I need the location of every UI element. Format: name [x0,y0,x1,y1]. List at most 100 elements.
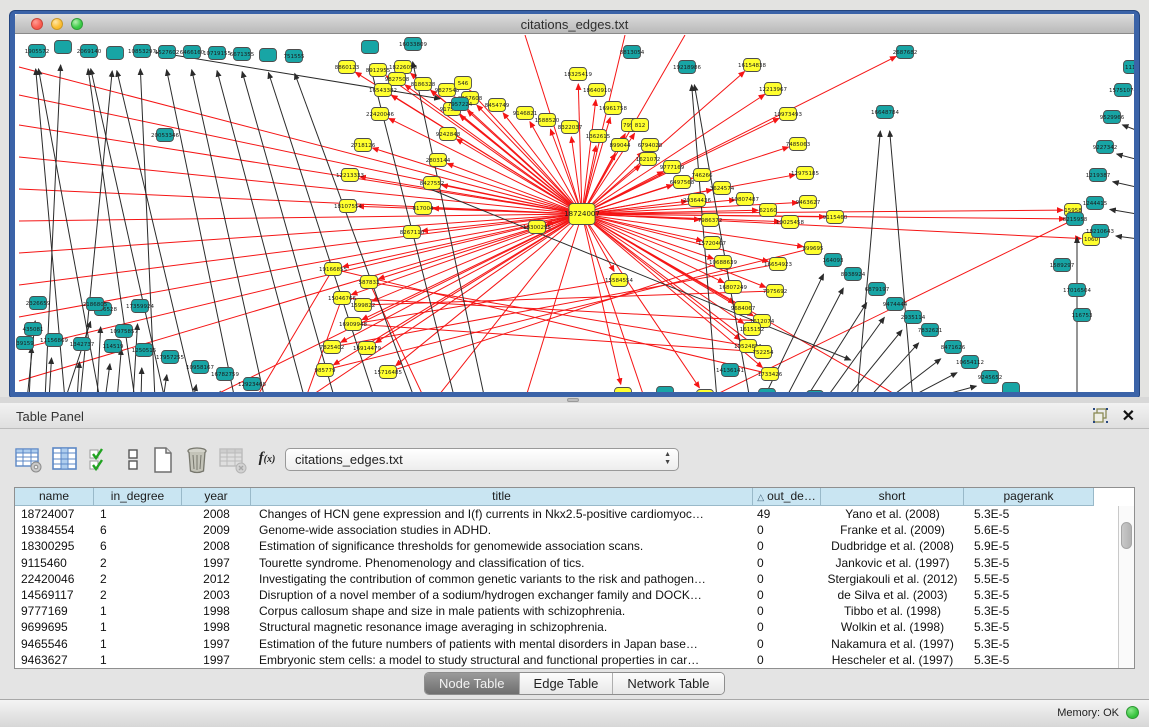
graph-node[interactable]: 1588520 [535,114,560,127]
graph-node[interactable]: 6671355 [230,48,255,61]
table-row[interactable]: 2242004622012Investigating the contribut… [15,571,1118,587]
graph-node[interactable]: 817004 [413,202,434,215]
table-row[interactable]: 911546021997Tourette syndrome. Phenomeno… [15,555,1118,571]
table-mode-icon[interactable] [14,443,44,477]
graph-node[interactable]: 1244415 [1083,197,1108,210]
graph-node[interactable]: 1615152 [740,323,765,336]
graph-node[interactable]: 18724007 [564,204,600,225]
graph-node[interactable]: 16961758 [599,102,627,115]
table-row[interactable]: 969969511998Structural magnetic resonanc… [15,619,1118,635]
graph-node[interactable]: 10719155 [203,47,231,60]
graph-node[interactable]: 16782759 [211,368,239,381]
network-window-titlebar[interactable]: citations_edges.txt [15,14,1134,34]
float-window-icon[interactable] [1093,408,1109,424]
graph-node[interactable]: 19218986 [673,61,701,74]
graph-node[interactable]: 16033809 [399,38,427,51]
graph-node[interactable]: 1342737 [70,338,95,351]
column-header-short[interactable]: short [821,488,964,506]
graph-node[interactable]: 812 [632,119,649,132]
graph-node[interactable]: 1112 [1124,61,1135,74]
column-header-title[interactable]: title [251,488,753,506]
graph-node[interactable]: 17957255 [156,351,184,364]
graph-node[interactable]: 18325419 [564,68,592,81]
graph-node[interactable]: 11156869 [40,334,68,347]
graph-node[interactable]: 2687682 [893,46,918,59]
graph-node[interactable]: 9115460 [823,211,848,224]
graph-node[interactable]: 39159 [16,337,34,350]
table-row[interactable]: 1872400712008Changes of HCN gene express… [15,506,1118,522]
table-row[interactable]: 946362711997Embryonic stem cells: a mode… [15,652,1118,668]
graph-node[interactable]: 899044 [610,139,631,152]
graph-node[interactable]: 7832621 [918,324,943,337]
graph-node[interactable]: 10025458 [776,216,804,229]
delete-table-icon[interactable] [218,443,248,477]
graph-node[interactable] [107,47,124,60]
graph-node[interactable]: 9684067 [731,302,756,315]
table-row[interactable]: 977716911998Corpus callosum shape and si… [15,603,1118,619]
graph-node[interactable]: 9146821 [513,107,538,120]
column-header-pagerank[interactable]: pagerank [964,488,1094,506]
memory-status-indicator-icon[interactable] [1126,706,1139,719]
graph-node[interactable] [55,41,72,54]
graph-node[interactable] [759,389,776,393]
new-column-icon[interactable] [148,443,178,477]
graph-node[interactable] [657,387,674,393]
split-pane-grip[interactable] [567,398,579,402]
graph-node[interactable]: 587833 [359,276,380,289]
graph-node[interactable]: 7986372 [698,214,723,227]
tab-node-table[interactable]: Node Table [425,673,520,694]
graph-node[interactable]: 1589297 [1050,259,1075,272]
graph-node[interactable] [260,49,277,62]
graph-node[interactable]: 8938924 [841,268,866,281]
graph-node[interactable]: 8427552 [420,177,445,190]
graph-node[interactable]: 164093 [823,254,844,267]
graph-node[interactable]: 116753 [1072,309,1093,322]
graph-node[interactable] [697,390,714,393]
graph-node[interactable]: 15751074 [1109,84,1134,97]
graph-node[interactable]: 15720407 [698,237,726,250]
show-columns-icon[interactable] [50,443,80,477]
graph-node[interactable]: 7975692 [763,285,788,298]
graph-node[interactable]: 8860123 [335,61,360,74]
graph-node[interactable]: 14136141 [716,364,744,377]
column-header-out_degree[interactable]: △out_de… [753,488,821,506]
graph-node[interactable]: 8267110 [400,226,425,239]
graph-node[interactable]: 8215958 [1063,213,1088,226]
graph-node[interactable] [362,41,379,54]
graph-node[interactable]: 751555 [284,50,305,63]
graph-node[interactable]: 6466160 [180,46,205,59]
graph-node[interactable]: 15716485 [374,366,402,379]
graph-node[interactable]: 12213333 [336,169,364,182]
graph-node[interactable]: 752254 [753,346,774,359]
graph-node[interactable]: 9463627 [796,196,821,209]
graph-node[interactable]: 7825402 [320,341,345,354]
vertical-scrollbar[interactable] [1118,506,1134,668]
graph-node[interactable]: 746266 [692,169,713,182]
graph-node[interactable]: 18640910 [583,84,611,97]
graph-node[interactable]: 8813054 [620,46,645,59]
graph-node[interactable]: 9777169 [660,161,685,174]
delete-column-trash-icon[interactable] [182,443,212,477]
graph-node[interactable]: 8912955 [366,64,391,77]
graph-node[interactable]: 10807487 [731,193,759,206]
graph-node[interactable]: 6794028 [638,139,663,152]
graph-node[interactable]: 9227342 [1093,141,1118,154]
graph-node[interactable]: 1733426 [758,368,783,381]
graph-node[interactable]: 2803144 [426,154,451,167]
table-row[interactable]: 946554611997Estimation of the future num… [15,636,1118,652]
graph-node[interactable]: 12213967 [759,83,787,96]
tab-edge-table[interactable]: Edge Table [520,673,614,694]
graph-node[interactable]: 6879197 [865,283,890,296]
column-header-name[interactable]: name [15,488,94,506]
table-row[interactable]: 1456911722003Disruption of a novel membe… [15,587,1118,603]
graph-node[interactable] [807,391,824,393]
table-selector-dropdown[interactable]: citations_edges.txt ▲▼ [285,448,679,471]
graph-node[interactable]: 19166855 [319,263,347,276]
scrollbar-thumb[interactable] [1121,522,1132,549]
graph-node[interactable]: 2935114 [901,311,926,324]
graph-node[interactable]: 62160 [759,204,777,217]
row-height-icon[interactable] [118,443,148,477]
column-header-year[interactable]: year [182,488,251,506]
graph-node[interactable]: 17016504 [1063,284,1091,297]
graph-node[interactable]: 1362615 [586,130,611,143]
